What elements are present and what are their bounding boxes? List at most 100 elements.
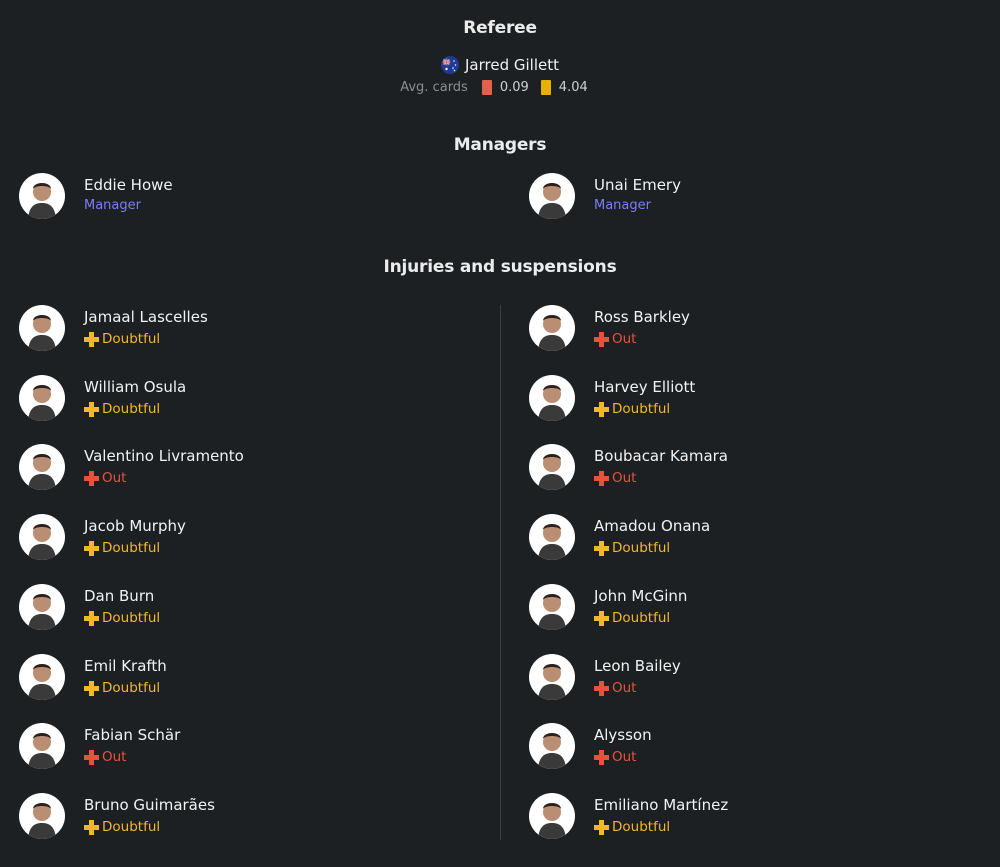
manager-avatar xyxy=(529,173,575,219)
player-name: Jacob Murphy xyxy=(84,517,186,535)
medical-cross-icon xyxy=(84,331,99,347)
injured-player-row[interactable]: Bruno Guimarães Doubtful xyxy=(19,793,215,839)
player-avatar xyxy=(19,305,65,351)
person-silhouette-icon xyxy=(538,594,566,630)
person-silhouette-icon xyxy=(28,385,56,421)
referee-name[interactable]: Jarred Gillett xyxy=(465,56,559,74)
player-avatar xyxy=(19,444,65,490)
player-status: Out xyxy=(594,749,652,765)
player-status-label: Out xyxy=(612,470,637,486)
player-status-label: Doubtful xyxy=(102,331,161,347)
player-status-label: Doubtful xyxy=(612,401,671,417)
player-status: Doubtful xyxy=(84,401,186,417)
player-status: Doubtful xyxy=(84,540,186,556)
player-avatar xyxy=(529,444,575,490)
player-status-label: Doubtful xyxy=(102,610,161,626)
medical-cross-icon xyxy=(84,749,99,765)
yellow-cards-value: 4.04 xyxy=(558,80,588,95)
player-avatar xyxy=(529,584,575,630)
player-status: Out xyxy=(594,331,690,347)
person-silhouette-icon xyxy=(538,524,566,560)
injured-player-row[interactable]: Emil Krafth Doubtful xyxy=(19,654,167,700)
red-card-icon xyxy=(481,80,492,95)
player-name: Valentino Livramento xyxy=(84,447,244,465)
person-silhouette-icon xyxy=(28,803,56,839)
injured-player-row[interactable]: Jamaal Lascelles Doubtful xyxy=(19,305,208,351)
player-status: Doubtful xyxy=(594,401,695,417)
player-status-label: Out xyxy=(612,680,637,696)
injured-player-row[interactable]: Alysson Out xyxy=(529,723,652,769)
injured-player-row[interactable]: Harvey Elliott Doubtful xyxy=(529,375,695,421)
injured-player-row[interactable]: Valentino Livramento Out xyxy=(19,444,244,490)
person-silhouette-icon xyxy=(538,183,566,219)
player-status: Doubtful xyxy=(84,680,167,696)
player-name: John McGinn xyxy=(594,587,688,605)
manager-name: Unai Emery xyxy=(594,176,681,194)
medical-cross-icon xyxy=(84,819,99,835)
player-status: Doubtful xyxy=(594,819,728,835)
yellow-card-icon xyxy=(540,80,551,95)
player-status: Out xyxy=(594,470,728,486)
player-status-label: Out xyxy=(102,749,127,765)
manager-home[interactable]: Eddie Howe Manager xyxy=(19,173,173,219)
player-name: Emiliano Martínez xyxy=(594,796,729,814)
player-name: Alysson xyxy=(594,726,652,744)
player-avatar xyxy=(529,723,575,769)
injured-player-row[interactable]: William Osula Doubtful xyxy=(19,375,186,421)
injured-player-row[interactable]: Jacob Murphy Doubtful xyxy=(19,514,186,560)
medical-cross-icon xyxy=(84,610,99,626)
manager-role: Manager xyxy=(594,198,651,213)
player-name: Boubacar Kamara xyxy=(594,447,728,465)
person-silhouette-icon xyxy=(28,524,56,560)
player-avatar xyxy=(529,793,575,839)
player-avatar xyxy=(19,654,65,700)
person-silhouette-icon xyxy=(538,454,566,490)
player-status-label: Doubtful xyxy=(102,819,161,835)
medical-cross-icon xyxy=(594,749,609,765)
person-silhouette-icon xyxy=(538,315,566,351)
player-avatar xyxy=(529,375,575,421)
player-name: Leon Bailey xyxy=(594,657,681,675)
player-name: William Osula xyxy=(84,378,187,396)
injured-player-row[interactable]: Fabian Schär Out xyxy=(19,723,180,769)
person-silhouette-icon xyxy=(28,664,56,700)
player-avatar xyxy=(19,584,65,630)
player-status: Out xyxy=(84,470,244,486)
player-status-label: Doubtful xyxy=(612,540,671,556)
player-name: Ross Barkley xyxy=(594,308,690,326)
injured-player-row[interactable]: Amadou Onana Doubtful xyxy=(529,514,710,560)
player-status: Doubtful xyxy=(84,819,215,835)
injured-player-row[interactable]: John McGinn Doubtful xyxy=(529,584,687,630)
medical-cross-icon xyxy=(594,610,609,626)
manager-away[interactable]: Unai Emery Manager xyxy=(529,173,681,219)
player-name: Harvey Elliott xyxy=(594,378,696,396)
medical-cross-icon xyxy=(594,401,609,417)
player-name: Emil Krafth xyxy=(84,657,167,675)
person-silhouette-icon xyxy=(28,183,56,219)
player-avatar xyxy=(529,514,575,560)
player-status: Out xyxy=(594,680,681,696)
player-avatar xyxy=(19,514,65,560)
person-silhouette-icon xyxy=(538,803,566,839)
player-avatar xyxy=(529,654,575,700)
person-silhouette-icon xyxy=(28,315,56,351)
injured-player-row[interactable]: Leon Bailey Out xyxy=(529,654,681,700)
injured-player-row[interactable]: Emiliano Martínez Doubtful xyxy=(529,793,728,839)
injured-player-row[interactable]: Ross Barkley Out xyxy=(529,305,690,351)
player-name: Dan Burn xyxy=(84,587,155,605)
player-name: Fabian Schär xyxy=(84,726,181,744)
player-status-label: Doubtful xyxy=(102,680,161,696)
player-status-label: Out xyxy=(102,470,127,486)
manager-avatar xyxy=(19,173,65,219)
medical-cross-icon xyxy=(84,401,99,417)
player-status-label: Doubtful xyxy=(612,610,671,626)
player-status: Doubtful xyxy=(594,540,710,556)
manager-role: Manager xyxy=(84,198,141,213)
managers-section-title: Managers xyxy=(453,135,547,155)
medical-cross-icon xyxy=(594,680,609,696)
person-silhouette-icon xyxy=(28,454,56,490)
australia-flag-icon xyxy=(441,56,459,74)
injured-player-row[interactable]: Dan Burn Doubtful xyxy=(19,584,160,630)
injured-player-row[interactable]: Boubacar Kamara Out xyxy=(529,444,728,490)
manager-name: Eddie Howe xyxy=(84,176,173,194)
